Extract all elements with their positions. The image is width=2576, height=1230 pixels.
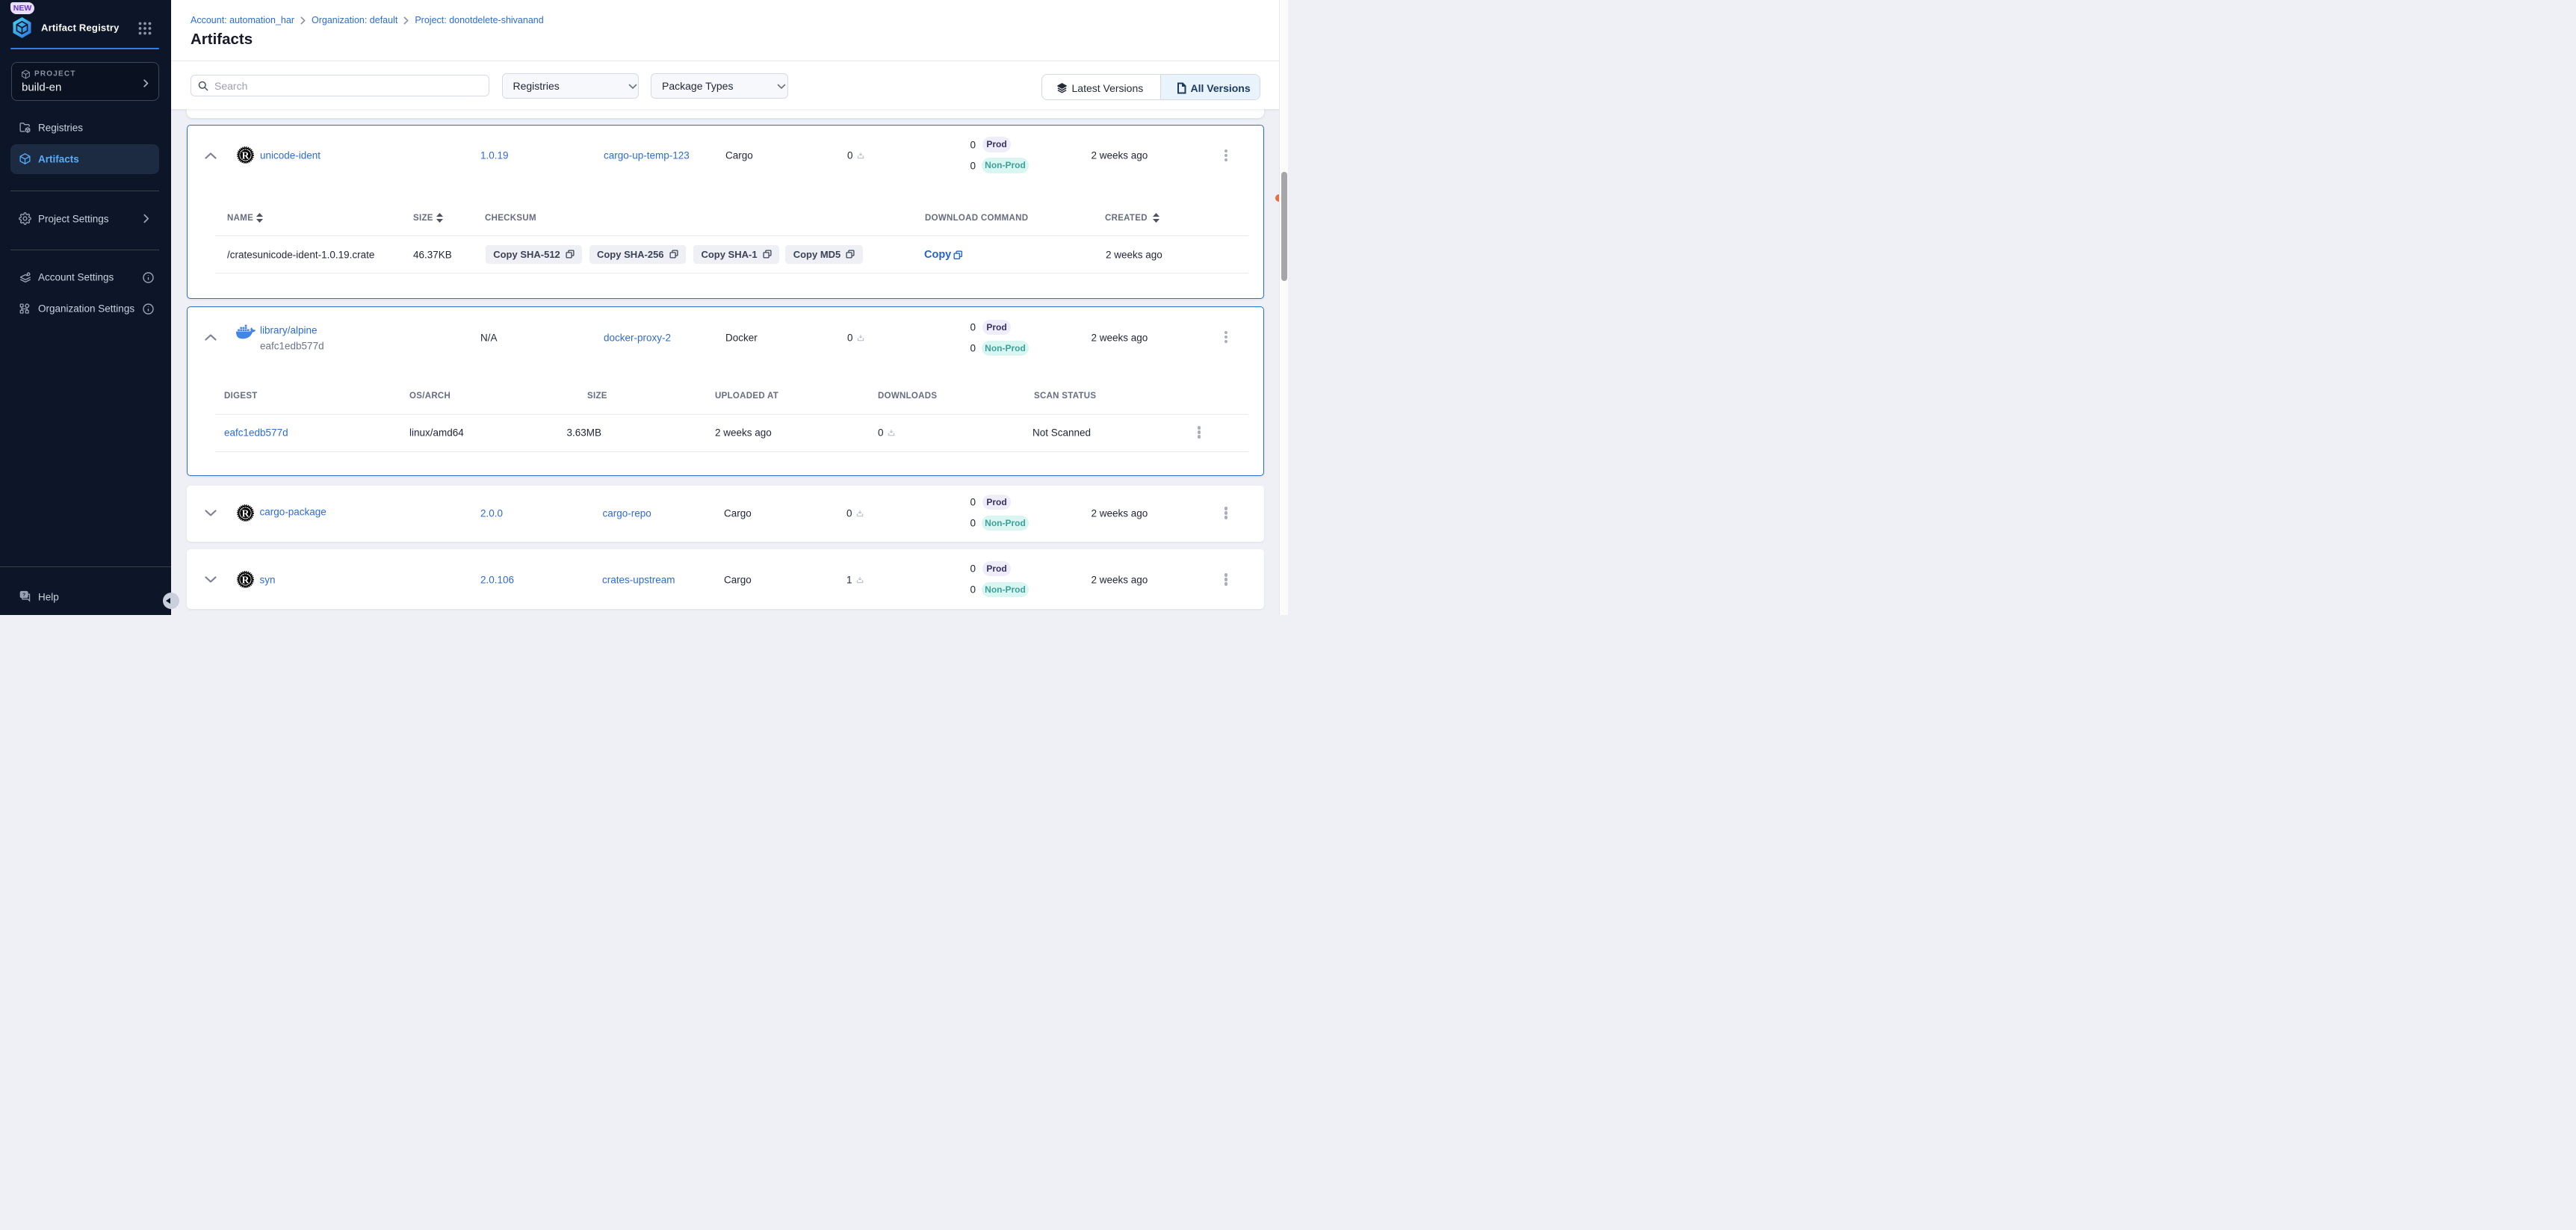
svg-text:?: ? (22, 593, 25, 598)
svg-text:R: R (242, 507, 250, 519)
svg-text:R: R (241, 149, 249, 161)
svg-text:R: R (242, 574, 250, 585)
